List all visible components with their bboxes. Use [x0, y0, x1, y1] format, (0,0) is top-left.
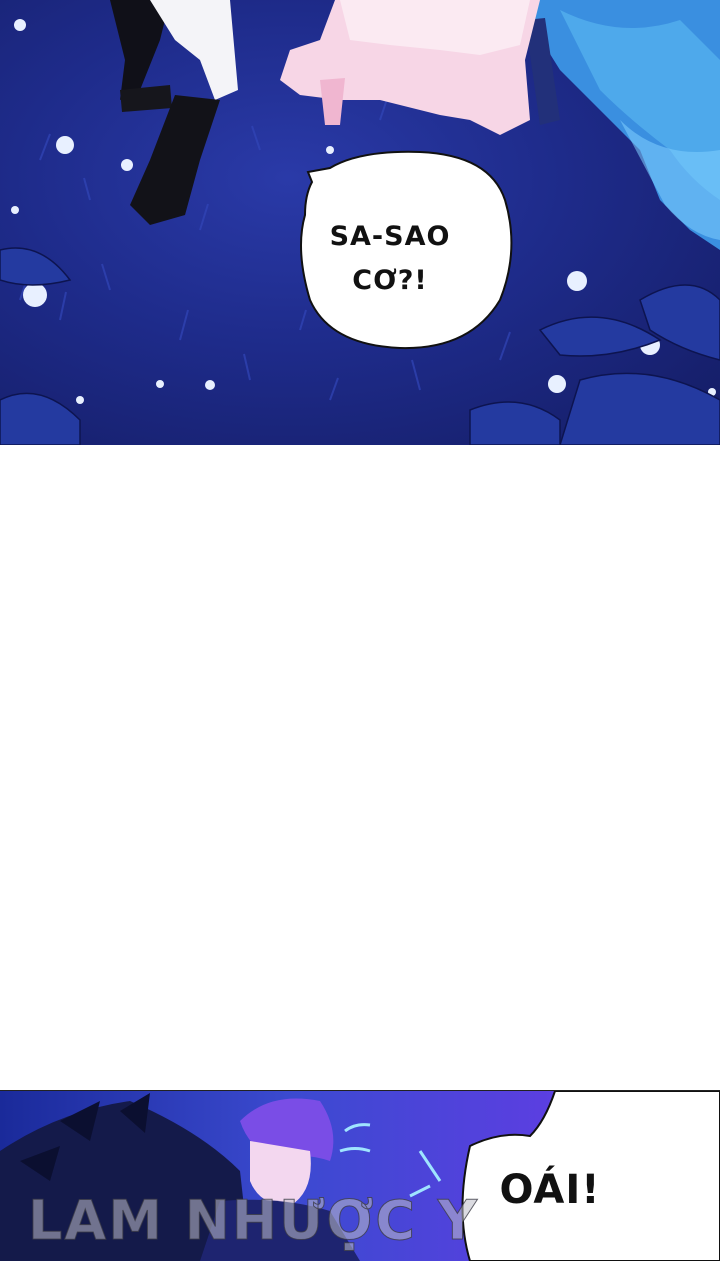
speech-line-1: SA-SAO — [320, 215, 460, 259]
panel-gutter — [0, 445, 720, 1090]
speech-bubble-2-text: OÁI! — [480, 1166, 620, 1214]
panel-purple-scene: OÁI! LAM NHƯỢC Y — [0, 1090, 720, 1261]
pink-shoe — [320, 78, 345, 125]
panel-night-field: SA-SAO CƠ?! — [0, 0, 720, 446]
motion-marks — [340, 1125, 440, 1196]
watermark-text: LAM NHƯỢC Y — [28, 1189, 448, 1261]
speech-bubble-1-text: SA-SAO CƠ?! — [320, 215, 460, 303]
speech-line-2: CƠ?! — [320, 259, 460, 303]
white-trousers — [150, 0, 238, 100]
